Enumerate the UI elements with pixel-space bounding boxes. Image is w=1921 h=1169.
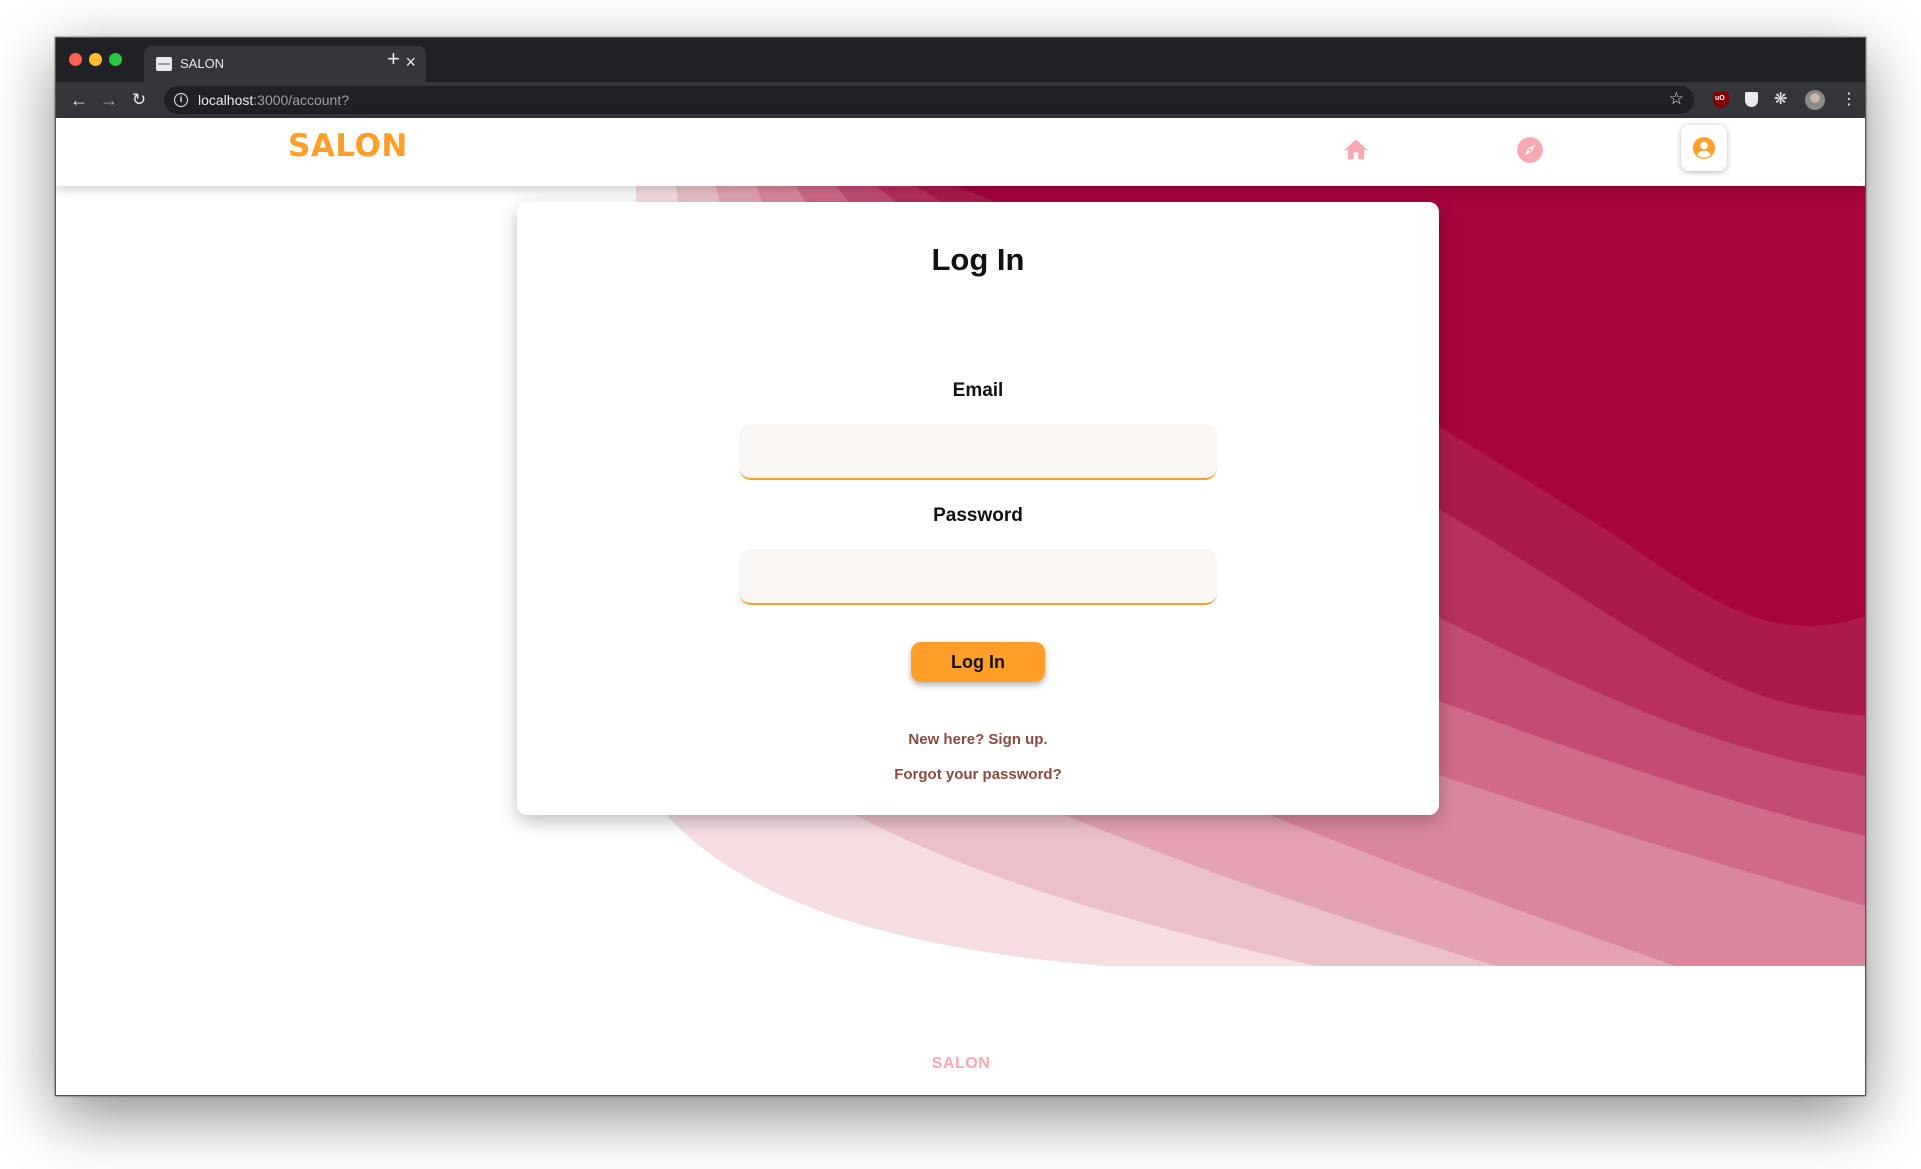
address-bar[interactable]: i localhost:3000/account? ☆: [164, 86, 1694, 114]
maximize-window-button[interactable]: [109, 53, 122, 66]
password-label: Password: [933, 505, 1023, 526]
email-label: Email: [952, 380, 1004, 401]
tab-favicon-icon: [156, 57, 172, 71]
forgot-password-link[interactable]: Forgot your password?: [517, 766, 1439, 783]
page-title: Log In: [931, 242, 1025, 277]
forward-button[interactable]: →: [96, 87, 122, 113]
salon-logo[interactable]: SALON: [288, 128, 408, 164]
browser-window: SALON × + ← → ↻ i localhost:3000/account…: [55, 37, 1866, 1096]
new-tab-button[interactable]: +: [387, 46, 400, 72]
bookmark-star-icon[interactable]: ☆: [1669, 89, 1684, 109]
close-window-button[interactable]: [69, 53, 82, 66]
browser-tab-bar: SALON × +: [56, 38, 1865, 82]
footer-logo: SALON: [931, 1055, 991, 1072]
tab-close-icon[interactable]: ×: [405, 52, 416, 72]
account-circle-icon: [1693, 137, 1715, 159]
minimize-window-button[interactable]: [89, 53, 102, 66]
url-text: localhost:3000/account?: [198, 92, 350, 108]
browser-menu-icon[interactable]: ⋮: [1841, 89, 1857, 108]
password-field[interactable]: [739, 549, 1217, 605]
account-button[interactable]: [1681, 125, 1727, 171]
signup-link[interactable]: New here? Sign up.: [517, 731, 1439, 748]
back-button[interactable]: ←: [66, 87, 92, 113]
login-button[interactable]: Log In: [911, 642, 1045, 682]
email-field[interactable]: [739, 424, 1217, 480]
app-header: SALON: [56, 118, 1865, 186]
ublock-extension-icon[interactable]: [1713, 92, 1729, 108]
browser-tab[interactable]: SALON ×: [144, 46, 426, 82]
extensions-puzzle-icon[interactable]: ❋: [1774, 89, 1790, 108]
profile-avatar[interactable]: [1805, 90, 1825, 110]
reload-button[interactable]: ↻: [126, 87, 152, 113]
site-info-icon[interactable]: i: [174, 93, 188, 107]
compass-icon[interactable]: [1516, 136, 1544, 164]
login-card: Log In Email Password Log In New here? S…: [517, 202, 1439, 815]
tab-title: SALON: [180, 56, 225, 71]
page-content: SALON Log In Email Password Log In New h…: [56, 118, 1865, 1095]
browser-toolbar: ← → ↻ i localhost:3000/account? ☆ ❋ ⋮: [56, 82, 1865, 118]
home-icon[interactable]: [1342, 136, 1370, 164]
shield-extension-icon[interactable]: [1745, 92, 1758, 107]
